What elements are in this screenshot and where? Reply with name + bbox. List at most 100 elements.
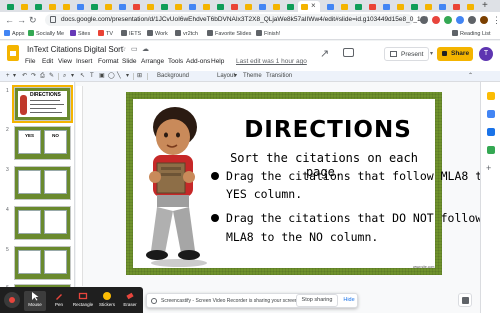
line-dropdown-icon[interactable]: ▾ xyxy=(126,72,129,81)
bookmark-folder[interactable]: Work xyxy=(147,29,168,39)
bullet-1-line-2[interactable]: YES column. xyxy=(226,187,302,201)
menu-view[interactable]: View xyxy=(58,57,72,67)
slide-thumbnail-5[interactable] xyxy=(14,246,71,280)
browser-tab[interactable] xyxy=(408,1,421,12)
browser-tab[interactable] xyxy=(270,1,283,12)
new-slide-dropdown-icon[interactable]: ▾ xyxy=(13,72,16,81)
zoom-dropdown-icon[interactable]: ▾ xyxy=(71,72,74,81)
reading-list[interactable]: Reading List xyxy=(452,29,491,39)
browser-tab[interactable] xyxy=(74,1,87,12)
undo-icon[interactable]: ↶ xyxy=(22,72,27,81)
menu-insert[interactable]: Insert xyxy=(76,57,92,67)
browser-tab[interactable] xyxy=(464,1,477,12)
menu-file[interactable]: File xyxy=(25,57,35,67)
redo-icon[interactable]: ↷ xyxy=(31,72,36,81)
browser-tab[interactable] xyxy=(200,1,213,12)
theme-button[interactable]: Theme xyxy=(243,72,262,81)
bookmark-folder[interactable]: Finish! xyxy=(256,29,280,39)
browser-tab[interactable] xyxy=(32,1,45,12)
menu-slide[interactable]: Slide xyxy=(122,57,136,67)
bullet-2-line-1[interactable]: Drag the citations that DO NOT follow xyxy=(226,211,482,225)
tool-mouse[interactable]: Mouse xyxy=(24,291,46,311)
browser-tab[interactable] xyxy=(4,1,17,12)
comment-icon[interactable] xyxy=(343,48,354,57)
layout-dropdown-icon[interactable]: ▾ xyxy=(234,72,237,81)
browser-tab[interactable] xyxy=(436,1,449,12)
collapse-toolbar-icon[interactable]: ⌃ xyxy=(468,72,473,81)
paint-format-icon[interactable]: ✎ xyxy=(49,72,54,81)
browser-tab[interactable] xyxy=(422,1,435,12)
last-edit-link[interactable]: Last edit was 1 hour ago xyxy=(236,57,307,67)
bullet-2-line-2[interactable]: MLA8 to the NO column. xyxy=(226,230,378,244)
background-button[interactable]: Background xyxy=(157,72,189,81)
move-folder-icon[interactable]: ▭ xyxy=(131,45,138,55)
explore-button[interactable] xyxy=(458,293,472,307)
shape-icon[interactable]: ◯ xyxy=(108,72,115,81)
zoom-icon[interactable]: ⌕ xyxy=(63,72,66,81)
menu-dots-icon[interactable]: ⋮ xyxy=(492,14,500,26)
browser-tab[interactable] xyxy=(116,1,129,12)
menu-format[interactable]: Format xyxy=(98,57,119,67)
line-icon[interactable]: ╲ xyxy=(117,72,121,81)
menu-arrange[interactable]: Arrange xyxy=(141,57,164,67)
stop-sharing-button[interactable]: Stop sharing xyxy=(296,294,338,307)
new-tab-icon[interactable]: + xyxy=(482,0,488,11)
avatar[interactable]: T xyxy=(479,47,493,61)
screencastify-extension-icon[interactable] xyxy=(432,16,440,24)
bookmark-apps[interactable]: Apps xyxy=(4,29,25,39)
present-dropdown-chevron-icon[interactable]: ▾ xyxy=(430,47,437,61)
browser-tab[interactable] xyxy=(450,1,463,12)
browser-tab[interactable] xyxy=(242,1,255,12)
layout-button[interactable]: Layout xyxy=(217,72,235,81)
camera-bubble-icon[interactable] xyxy=(4,292,20,308)
omnibox[interactable]: docs.google.com/presentation/d/1JCvUoI6w… xyxy=(45,14,428,26)
hide-banner-button[interactable]: Hide xyxy=(340,294,358,307)
browser-tab[interactable] xyxy=(186,1,199,12)
reload-icon[interactable]: ↻ xyxy=(29,14,37,26)
tool-pen[interactable]: Pen xyxy=(48,291,70,311)
bookmark-folder[interactable]: Favorite Slides xyxy=(207,29,251,39)
present-button[interactable]: Present xyxy=(384,47,429,61)
slide-thumbnail-4[interactable] xyxy=(14,206,71,240)
slide-thumbnail-1[interactable]: DIRECTIONS xyxy=(12,85,73,123)
forward-icon[interactable]: → xyxy=(17,14,26,26)
browser-tab[interactable] xyxy=(60,1,73,12)
browser-tab[interactable] xyxy=(88,1,101,12)
browser-tab[interactable] xyxy=(284,1,297,12)
close-tab-icon[interactable]: × xyxy=(311,1,316,11)
calendar-icon[interactable] xyxy=(487,128,495,136)
menu-tools[interactable]: Tools xyxy=(168,57,183,67)
tool-stickers[interactable]: Stickers xyxy=(96,291,118,311)
browser-tab-active[interactable] xyxy=(298,1,320,12)
browser-tab[interactable] xyxy=(324,1,337,12)
browser-tab[interactable] xyxy=(228,1,241,12)
bookmark-item[interactable]: Socially Me xyxy=(28,29,64,39)
browser-tab[interactable] xyxy=(338,1,351,12)
document-title[interactable]: InText Citations Digital Sort xyxy=(27,45,123,55)
extension-icon[interactable] xyxy=(444,16,452,24)
image-icon[interactable]: ▣ xyxy=(99,72,105,81)
extension-icon[interactable] xyxy=(420,16,428,24)
menu-help[interactable]: Help xyxy=(211,57,224,67)
slide-title[interactable]: DIRECTIONS xyxy=(228,117,428,143)
extension-icon[interactable] xyxy=(456,16,464,24)
browser-tab[interactable] xyxy=(352,1,365,12)
bookmark-item[interactable]: Sites xyxy=(70,29,90,39)
browser-tab[interactable] xyxy=(46,1,59,12)
browser-tab[interactable] xyxy=(158,1,171,12)
profile-avatar-icon[interactable] xyxy=(480,16,488,24)
browser-tab[interactable] xyxy=(172,1,185,12)
menu-addons[interactable]: Add-ons xyxy=(186,57,210,67)
cloud-status-icon[interactable]: ☁ xyxy=(142,45,149,55)
student-character-illustration[interactable] xyxy=(133,103,223,268)
bookmark-folder[interactable]: vr2tch xyxy=(175,29,198,39)
slide-thumbnail-3[interactable] xyxy=(14,166,71,200)
print-icon[interactable]: ⎙ xyxy=(40,72,45,81)
comment-add-icon[interactable]: ⊞ xyxy=(137,72,142,81)
tool-eraser[interactable]: Eraser xyxy=(119,291,141,311)
browser-tab[interactable] xyxy=(380,1,393,12)
textbox-icon[interactable]: T xyxy=(90,72,94,81)
back-icon[interactable]: ← xyxy=(5,14,14,26)
browser-tab[interactable] xyxy=(130,1,143,12)
keep-icon[interactable] xyxy=(487,92,495,100)
